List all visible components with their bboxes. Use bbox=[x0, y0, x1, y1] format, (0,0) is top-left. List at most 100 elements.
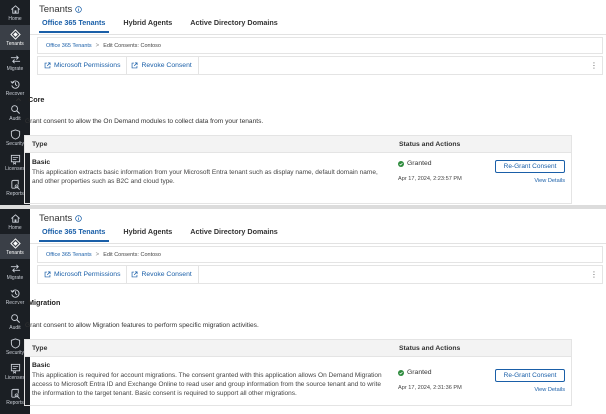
sidebar-item-label: Security bbox=[5, 349, 25, 356]
breadcrumb-separator: > bbox=[95, 251, 100, 258]
status-timestamp: Apr 17, 2024, 2:31:36 PM bbox=[398, 385, 462, 391]
audit-icon bbox=[10, 104, 21, 115]
section-header-core[interactable]: Core bbox=[15, 95, 44, 104]
sidebar-item-label: Tenants bbox=[6, 249, 24, 256]
tabs-divider bbox=[30, 34, 606, 35]
regrant-consent-button[interactable]: Re-Grant Consent bbox=[495, 160, 565, 173]
migrate-icon bbox=[10, 54, 21, 65]
tabs-divider bbox=[30, 243, 606, 244]
sidebar-item-tenants[interactable]: Tenants bbox=[0, 234, 30, 259]
section-header-migration[interactable]: Migration bbox=[15, 298, 60, 307]
tenants-icon bbox=[9, 237, 21, 249]
audit-icon bbox=[10, 313, 21, 324]
page-title: Tenants bbox=[39, 4, 73, 15]
view-details-link[interactable]: View Details bbox=[534, 387, 565, 393]
type-cell: Basic This application extracts basic in… bbox=[25, 153, 391, 203]
sidebar-item-migrate[interactable]: Migrate bbox=[0, 50, 30, 75]
sidebar-item-label: Reports bbox=[6, 399, 24, 406]
sidebar-item-label: Home bbox=[8, 224, 22, 231]
sidebar-item-label: Licenses bbox=[5, 165, 25, 172]
reports-icon bbox=[10, 388, 21, 399]
sidebar-item-home[interactable]: Home bbox=[0, 0, 30, 25]
breadcrumb: Office 365 Tenants > Edit Consents: Cont… bbox=[37, 246, 603, 263]
revoke-consent-label: Revoke Consent bbox=[141, 62, 192, 69]
column-header-status: Status and Actions bbox=[399, 140, 461, 148]
revoke-consent-button[interactable]: Revoke Consent bbox=[127, 265, 199, 284]
table-row: Basic This application is required for a… bbox=[25, 357, 571, 405]
external-link-icon bbox=[131, 62, 138, 69]
breadcrumb-link-office-365-tenants[interactable]: Office 365 Tenants bbox=[46, 43, 92, 49]
tabs: Office 365 Tenants Hybrid Agents Active … bbox=[39, 16, 293, 33]
sidebar-item-tenants[interactable]: Tenants bbox=[0, 25, 30, 50]
recover-icon bbox=[10, 79, 21, 90]
recover-icon bbox=[10, 288, 21, 299]
revoke-consent-button[interactable]: Revoke Consent bbox=[127, 56, 199, 75]
section-description: Grant consent to allow the On Demand mod… bbox=[25, 118, 264, 125]
microsoft-permissions-button[interactable]: Microsoft Permissions bbox=[40, 56, 128, 75]
microsoft-permissions-label: Microsoft Permissions bbox=[54, 271, 121, 278]
licenses-icon bbox=[10, 154, 21, 165]
licenses-icon bbox=[10, 363, 21, 374]
column-header-type: Type bbox=[32, 140, 48, 148]
tab-active-directory-domains[interactable]: Active Directory Domains bbox=[187, 225, 281, 242]
sidebar-item-migrate[interactable]: Migrate bbox=[0, 259, 30, 284]
breadcrumb: Office 365 Tenants > Edit Consents: Cont… bbox=[37, 37, 603, 54]
microsoft-permissions-button[interactable]: Microsoft Permissions bbox=[40, 265, 128, 284]
toolbar: Microsoft Permissions Revoke Consent ⋮ bbox=[37, 56, 603, 75]
sidebar-item-home[interactable]: Home bbox=[0, 209, 30, 234]
tab-hybrid-agents[interactable]: Hybrid Agents bbox=[120, 225, 176, 242]
column-header-type: Type bbox=[32, 344, 48, 352]
external-link-icon bbox=[131, 271, 138, 278]
table-header: Type Status and Actions bbox=[25, 136, 571, 153]
breadcrumb-separator: > bbox=[95, 42, 100, 49]
sidebar-item-label: Migrate bbox=[6, 65, 24, 72]
info-icon[interactable] bbox=[75, 215, 83, 222]
home-icon bbox=[10, 4, 21, 15]
sidebar-item-label: Reports bbox=[6, 190, 24, 197]
tab-office-365-tenants[interactable]: Office 365 Tenants bbox=[39, 225, 110, 242]
panel-core-consents: Home Tenants Migrate Recover Audit Secur… bbox=[0, 0, 606, 205]
check-circle-icon bbox=[398, 160, 404, 167]
reports-icon bbox=[10, 179, 21, 190]
type-cell: Basic This application is required for a… bbox=[25, 357, 391, 405]
title-row: Tenants bbox=[39, 4, 83, 15]
sidebar-item-label: Licenses bbox=[5, 374, 25, 381]
section-description: Grant consent to allow Migration feature… bbox=[25, 322, 259, 329]
tab-office-365-tenants[interactable]: Office 365 Tenants bbox=[39, 16, 110, 33]
sidebar-item-label: Audit bbox=[9, 324, 21, 331]
breadcrumb-current: Edit Consents: Contoso bbox=[103, 42, 161, 49]
revoke-consent-label: Revoke Consent bbox=[141, 271, 192, 278]
info-icon[interactable] bbox=[75, 6, 83, 13]
shield-icon bbox=[10, 337, 21, 349]
chevron-up-icon bbox=[15, 96, 22, 103]
more-options-icon[interactable]: ⋮ bbox=[590, 61, 598, 70]
sidebar-item-label: Home bbox=[8, 15, 22, 22]
sidebar-item-label: Audit bbox=[9, 115, 21, 122]
sidebar-item-label: Migrate bbox=[6, 274, 24, 281]
sidebar-item-label: Security bbox=[5, 140, 25, 147]
external-link-icon bbox=[44, 62, 51, 69]
status-timestamp: Apr 17, 2024, 2:23:57 PM bbox=[398, 176, 462, 182]
tabs: Office 365 Tenants Hybrid Agents Active … bbox=[39, 225, 293, 242]
permission-description: This application is required for account… bbox=[32, 372, 382, 397]
title-row: Tenants bbox=[39, 213, 83, 224]
permission-description: This application extracts basic informat… bbox=[32, 169, 378, 185]
toolbar: Microsoft Permissions Revoke Consent ⋮ bbox=[37, 265, 603, 284]
regrant-consent-button[interactable]: Re-Grant Consent bbox=[495, 369, 565, 382]
tab-active-directory-domains[interactable]: Active Directory Domains bbox=[187, 16, 281, 33]
breadcrumb-link-office-365-tenants[interactable]: Office 365 Tenants bbox=[46, 252, 92, 258]
microsoft-permissions-label: Microsoft Permissions bbox=[54, 62, 121, 69]
home-icon bbox=[10, 213, 21, 224]
view-details-link[interactable]: View Details bbox=[534, 178, 565, 184]
external-link-icon bbox=[44, 271, 51, 278]
status-cell: Granted Apr 17, 2024, 2:23:57 PM Re-Gran… bbox=[391, 153, 571, 203]
section-title: Migration bbox=[28, 298, 61, 307]
section-title: Core bbox=[28, 95, 45, 104]
permission-name: Basic bbox=[32, 159, 51, 166]
status-text: Granted bbox=[407, 160, 432, 167]
status-badge: Granted bbox=[398, 369, 432, 376]
more-options-icon[interactable]: ⋮ bbox=[590, 270, 598, 279]
chevron-up-icon bbox=[15, 299, 22, 306]
tab-hybrid-agents[interactable]: Hybrid Agents bbox=[120, 16, 176, 33]
table-row: Basic This application extracts basic in… bbox=[25, 153, 571, 203]
